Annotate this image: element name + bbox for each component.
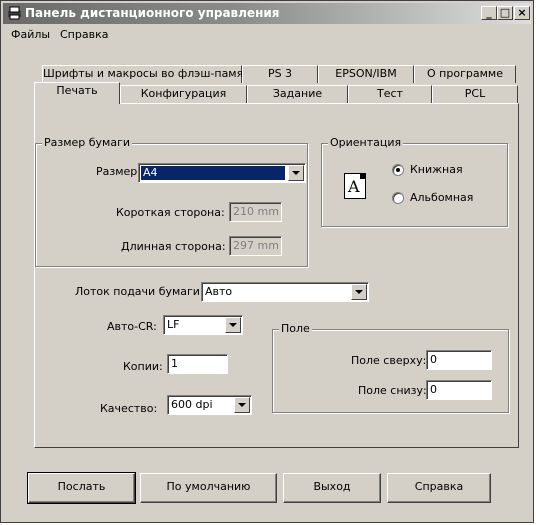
help-button[interactable]: Справка xyxy=(387,473,491,503)
portrait-radio[interactable] xyxy=(392,164,404,176)
orientation-letter: A xyxy=(348,177,360,196)
quality-select[interactable]: 600 dpi xyxy=(167,395,252,415)
tab-about[interactable]: О программе xyxy=(414,65,516,83)
portrait-page-icon: A xyxy=(344,173,366,199)
short-side-field: 210 mm xyxy=(229,202,282,222)
menu-files[interactable]: Файлы xyxy=(11,28,50,41)
bottom-margin-label: Поле снизу: xyxy=(358,384,427,397)
minimize-icon: _ xyxy=(486,6,492,19)
exit-button[interactable]: Выход xyxy=(283,473,381,503)
maximize-button[interactable]: □ xyxy=(497,6,513,20)
tab-pcl[interactable]: PCL xyxy=(432,85,518,103)
tab-fonts-macros[interactable]: Шрифты и макросы во флэш-памяти xyxy=(42,65,257,83)
copies-field[interactable]: 1 xyxy=(167,354,228,374)
long-side-label: Длинная сторона: xyxy=(121,240,226,253)
tab-job[interactable]: Задание xyxy=(247,85,348,103)
paper-size-value: A4 xyxy=(141,166,285,180)
radio-dot-icon xyxy=(396,168,400,172)
autocr-value: LF xyxy=(167,318,180,331)
short-side-label: Короткая сторона: xyxy=(116,206,225,219)
paper-size-group: Размер бумаги Размер: A4 Короткая сторон… xyxy=(35,136,308,267)
tab-ps3[interactable]: PS 3 xyxy=(242,65,318,83)
maximize-icon: □ xyxy=(499,6,511,19)
chevron-down-icon[interactable] xyxy=(288,165,304,181)
default-button[interactable]: По умолчанию xyxy=(140,473,277,503)
paper-size-legend: Размер бумаги xyxy=(42,136,133,149)
top-margin-label: Поле сверху: xyxy=(351,354,427,367)
window-title: Панель дистанционного управления xyxy=(25,6,280,20)
chevron-down-icon[interactable] xyxy=(225,317,241,333)
paper-size-select[interactable]: A4 xyxy=(138,163,306,183)
tray-select[interactable]: Авто xyxy=(201,282,369,302)
chevron-down-icon[interactable] xyxy=(234,397,250,413)
copies-label: Копии: xyxy=(123,360,163,373)
app-window: Панель дистанционного управления _ □ × Ф… xyxy=(0,0,534,523)
landscape-label[interactable]: Альбомная xyxy=(410,191,473,204)
long-side-field: 297 mm xyxy=(229,236,282,256)
top-margin-field[interactable]: 0 xyxy=(426,350,492,370)
bottom-margin-field[interactable]: 0 xyxy=(426,380,492,400)
portrait-label[interactable]: Книжная xyxy=(410,163,463,176)
close-button[interactable]: × xyxy=(514,6,530,20)
chevron-down-icon[interactable] xyxy=(351,284,367,300)
tab-test[interactable]: Тест xyxy=(348,85,432,103)
tab-epson-ibm[interactable]: EPSON/IBM xyxy=(318,65,414,83)
minimize-button[interactable]: _ xyxy=(481,6,497,20)
size-label: Размер: xyxy=(96,165,141,178)
printer-icon xyxy=(8,6,21,20)
close-icon: × xyxy=(517,6,527,19)
autocr-select[interactable]: LF xyxy=(163,315,243,335)
tray-label: Лоток подачи бумаги: xyxy=(75,285,204,298)
tab-configuration[interactable]: Конфигурация xyxy=(120,85,247,103)
menu-help[interactable]: Справка xyxy=(60,28,108,41)
orientation-group: Ориентация A Книжная Альбомная xyxy=(321,136,508,227)
send-button[interactable]: Послать xyxy=(27,472,136,504)
margins-group: Поле Поле сверху: 0 Поле снизу: 0 xyxy=(272,322,509,413)
margins-legend: Поле xyxy=(279,322,312,335)
autocr-label: Авто-CR: xyxy=(107,320,157,333)
landscape-radio[interactable] xyxy=(392,192,404,204)
tab-print[interactable]: Печать xyxy=(34,82,120,104)
orientation-legend: Ориентация xyxy=(328,136,404,149)
tray-value: Авто xyxy=(205,285,233,298)
quality-value: 600 dpi xyxy=(171,398,213,411)
title-bar[interactable]: Панель дистанционного управления _ □ × xyxy=(3,3,531,24)
quality-label: Качество: xyxy=(100,402,158,415)
print-tab-panel: Размер бумаги Размер: A4 Короткая сторон… xyxy=(34,103,519,448)
